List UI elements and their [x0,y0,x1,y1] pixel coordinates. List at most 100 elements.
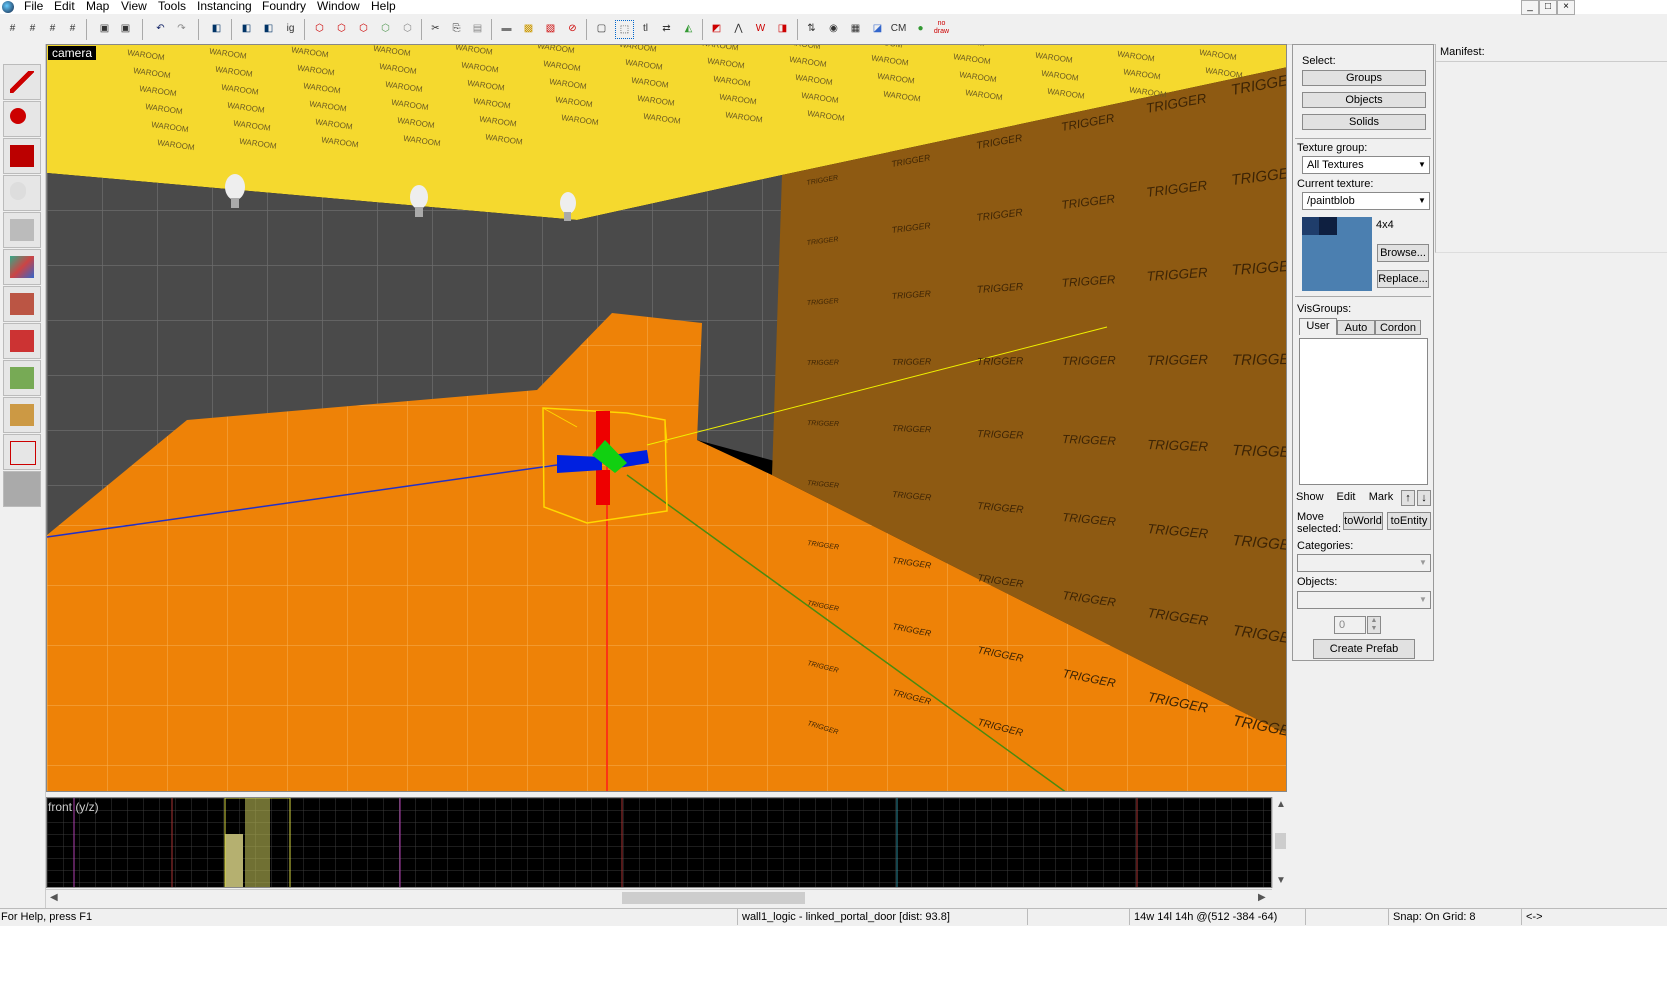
tab-cordon[interactable]: Cordon [1375,320,1421,335]
wireframe-icon[interactable]: ▦ [847,20,864,37]
decal-icon[interactable]: W [752,20,769,37]
scroll-right-icon[interactable]: ▶ [1258,892,1266,903]
menu-view[interactable]: View [121,0,147,13]
solids-button[interactable]: Solids [1302,114,1426,130]
viewport-3d-label: camera [48,46,97,60]
green-globe-icon[interactable]: ● [912,20,929,37]
horizontal-scrollbar[interactable]: ◀ ▶ [46,889,1272,906]
grid-3d-icon[interactable]: # [24,20,41,37]
ungroup-icon[interactable]: ▣ [117,20,134,37]
categories-select[interactable]: ▼ [1297,554,1431,572]
grid-dots-icon[interactable]: # [44,20,61,37]
create-prefab-button[interactable]: Create Prefab [1313,639,1415,659]
current-texture-select[interactable]: /paintblob ▼ [1302,192,1430,210]
cube-red-2-icon[interactable]: ⬡ [333,20,350,37]
sphere-icon[interactable]: ◉ [825,20,842,37]
menu-window[interactable]: Window [317,0,360,13]
copy-icon[interactable]: ⎘ [448,20,465,37]
vertical-scrollbar[interactable]: ▲ ▼ [1272,797,1288,888]
menu-foundry[interactable]: Foundry [262,0,306,13]
cube-green-icon[interactable]: ⬡ [377,20,394,37]
hatch-icon[interactable]: ▧ [542,20,559,37]
menu-map[interactable]: Map [86,0,109,13]
entity-tool[interactable] [3,175,41,211]
redo-icon[interactable]: ↷ [173,20,190,37]
manifest-panel: Manifest: [1435,44,1667,253]
menu-file[interactable]: File [24,0,43,13]
move-up-button[interactable]: ↑ [1401,490,1415,506]
texture-tool[interactable] [3,249,41,285]
ignore-groups-button[interactable]: ig [282,20,299,37]
overlay-icon[interactable]: ◨ [774,20,791,37]
cube-gray-icon[interactable]: ⬡ [399,20,416,37]
gray-tool[interactable] [3,471,41,507]
viewport-2d[interactable]: front (y/z) [46,797,1272,888]
objects-select[interactable]: ▼ [1297,591,1431,609]
menu-help[interactable]: Help [371,0,396,13]
tl-button[interactable]: tl [637,20,654,37]
nodraw-button[interactable]: no draw [933,20,950,37]
tab-user[interactable]: User [1299,318,1337,335]
mark-button[interactable]: Mark [1365,490,1397,506]
minimize-button[interactable]: _ [1521,0,1539,15]
to-world-button[interactable]: toWorld [1343,512,1383,530]
select-box-icon[interactable]: ▢ [593,20,610,37]
menu-edit[interactable]: Edit [54,0,75,13]
apply-texture-tool[interactable] [3,286,41,322]
texture-group-select[interactable]: All Textures ▼ [1302,156,1430,174]
compile-icon[interactable]: ◧ [208,20,225,37]
menu-instancing[interactable]: Instancing [197,0,252,13]
select-dotted-icon[interactable]: ⬚ [615,20,634,39]
paste-icon[interactable]: ▤ [469,20,486,37]
entity-icon[interactable]: ◩ [708,20,725,37]
no-symbol-icon[interactable]: ⊘ [564,20,581,37]
close-button[interactable]: × [1557,0,1575,15]
checker-icon[interactable]: ▩ [520,20,537,37]
spinner-arrows[interactable]: ▲ ▼ [1367,616,1381,634]
scroll-left-icon[interactable]: ◀ [50,892,58,903]
cube-red-icon[interactable]: ⬡ [311,20,328,37]
grid-toggle-icon[interactable]: # [4,20,21,37]
tab-auto[interactable]: Auto [1337,320,1375,335]
overlay-tool[interactable] [3,360,41,396]
scroll-down-icon[interactable]: ▼ [1276,875,1286,886]
block-tool[interactable] [3,212,41,248]
hollow-icon[interactable]: ◧ [260,20,277,37]
selection-tool[interactable] [3,64,41,100]
to-entity-button[interactable]: toEntity [1387,512,1431,530]
cut-icon[interactable]: ✂ [427,20,444,37]
undo-icon[interactable]: ↶ [152,20,169,37]
decal-tool[interactable] [3,323,41,359]
restore-button[interactable]: □ [1539,0,1557,15]
edit-button[interactable]: Edit [1330,490,1362,506]
blue-cube-icon[interactable]: ◪ [869,20,886,37]
browse-button[interactable]: Browse... [1377,244,1429,262]
carve-icon[interactable]: ◧ [238,20,255,37]
move-down-button[interactable]: ↓ [1417,490,1431,506]
count-field[interactable]: 0 [1334,616,1366,634]
objects-button[interactable]: Objects [1302,92,1426,108]
cube-red-3-icon[interactable]: ⬡ [355,20,372,37]
menu-tools[interactable]: Tools [158,0,186,13]
camera-tool[interactable] [3,138,41,174]
vscroll-thumb[interactable] [1275,833,1286,849]
cm-button[interactable]: CM [890,20,907,37]
app-globe-icon[interactable] [2,1,14,13]
vertex-tool[interactable] [3,434,41,470]
hscroll-thumb[interactable] [622,892,805,904]
groups-button[interactable]: Groups [1302,70,1426,86]
scroll-up-icon[interactable]: ▲ [1276,799,1286,810]
show-button[interactable]: Show [1296,490,1326,506]
group-icon[interactable]: ▣ [96,20,113,37]
connection-icon[interactable]: ⇅ [803,20,820,37]
visgroups-list[interactable] [1299,338,1428,485]
clip-tool[interactable] [3,397,41,433]
vertex-icon[interactable]: ◭ [680,20,697,37]
gray-block-icon[interactable]: ▬ [498,20,515,37]
grid-plus-icon[interactable]: # [64,20,81,37]
texture-lock-icon[interactable]: ⇄ [658,20,675,37]
path-icon[interactable]: ⋀ [730,20,747,37]
viewport-3d[interactable]: WAROOM WAROOM WAROOM WAROOM WAROOM WAROOM WARO… [46,44,1287,792]
magnify-tool[interactable] [3,101,41,137]
replace-button[interactable]: Replace... [1377,270,1429,288]
